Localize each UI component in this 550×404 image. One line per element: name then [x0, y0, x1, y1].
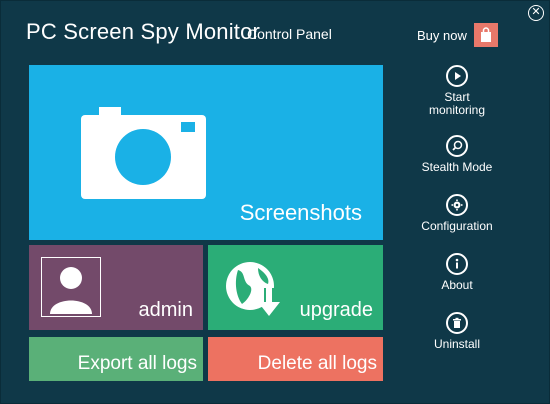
gear-icon — [446, 194, 468, 216]
sidebar-item-start-monitoring[interactable]: Start monitoring — [413, 65, 501, 117]
delete-logs-tile[interactable]: Delete all logs — [208, 337, 383, 381]
sidebar-item-stealth-mode[interactable]: Stealth Mode — [413, 135, 501, 174]
sidebar-item-uninstall[interactable]: Uninstall — [413, 312, 501, 351]
buy-now-link[interactable]: Buy now — [417, 28, 467, 43]
globe-download-icon — [224, 260, 284, 325]
user-icon — [50, 267, 92, 314]
shopping-bag-icon[interactable] — [474, 23, 498, 47]
export-logs-tile[interactable]: Export all logs — [29, 337, 203, 381]
camera-icon — [81, 107, 206, 204]
trash-icon — [446, 312, 468, 334]
app-subtitle: Control Panel — [247, 26, 332, 42]
info-icon — [446, 253, 468, 275]
sidebar-item-configuration[interactable]: Configuration — [413, 194, 501, 233]
screenshots-label: Screenshots — [239, 200, 362, 225]
sidebar-item-label: Uninstall — [433, 337, 481, 351]
sidebar-item-about[interactable]: About — [413, 253, 501, 292]
export-logs-label: Export all logs — [77, 353, 197, 374]
admin-tile[interactable]: admin — [29, 245, 203, 330]
delete-logs-label: Delete all logs — [257, 353, 377, 374]
control-panel-window: PC Screen Spy Monitor Control Panel Buy … — [0, 0, 550, 404]
admin-label: admin — [138, 299, 193, 321]
upgrade-label: upgrade — [299, 299, 373, 321]
play-icon — [446, 65, 468, 87]
sidebar-item-label: About — [441, 278, 473, 292]
upgrade-tile[interactable]: upgrade — [208, 245, 383, 330]
search-icon — [446, 135, 468, 157]
close-button[interactable]: ✕ — [528, 5, 544, 21]
sidebar-item-label: Stealth Mode — [421, 160, 493, 174]
sidebar-item-label: Configuration — [421, 219, 493, 233]
avatar — [41, 257, 101, 317]
screenshots-tile[interactable]: Screenshots — [29, 65, 383, 240]
sidebar-item-label: Start monitoring — [428, 90, 486, 117]
close-icon: ✕ — [531, 6, 541, 18]
app-title: PC Screen Spy Monitor — [26, 19, 261, 44]
